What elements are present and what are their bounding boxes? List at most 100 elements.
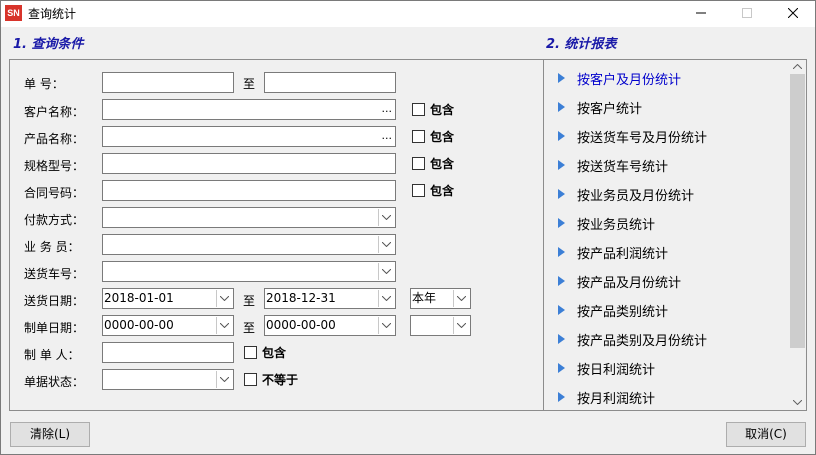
create-date-from-dropdown[interactable] bbox=[216, 317, 232, 334]
report-item-label: 按产品利润统计 bbox=[577, 247, 669, 262]
chevron-down-icon bbox=[382, 323, 391, 328]
contract-input[interactable] bbox=[102, 180, 396, 201]
delivery-date-label: 送货日期： bbox=[24, 294, 85, 308]
create-date-from-value: 0000-00-00 bbox=[104, 318, 174, 332]
truck-label: 送货车号： bbox=[24, 267, 85, 281]
payment-dropdown-button[interactable] bbox=[378, 209, 394, 226]
product-browse-button[interactable]: ... bbox=[382, 127, 393, 144]
chevron-down-icon bbox=[220, 296, 229, 301]
report-item-label: 按业务员统计 bbox=[577, 218, 656, 233]
close-icon bbox=[788, 8, 798, 18]
customer-contains-checkbox[interactable] bbox=[412, 103, 425, 116]
close-button[interactable] bbox=[770, 0, 816, 27]
create-date-from-picker[interactable]: 0000-00-00 bbox=[102, 315, 234, 336]
status-dropdown-button[interactable] bbox=[216, 371, 232, 388]
product-label: 产品名称： bbox=[24, 132, 85, 146]
query-form-panel: 单 号： 至 客户名称： ... 包含 产品名称： ... 包含 规格型号： 包… bbox=[9, 59, 544, 411]
report-item-label: 按送货车号及月份统计 bbox=[577, 131, 708, 146]
delivery-date-to-dropdown[interactable] bbox=[378, 290, 394, 307]
report-item[interactable]: 按业务员统计 bbox=[544, 208, 790, 237]
create-date-to-dropdown[interactable] bbox=[378, 317, 394, 334]
create-date-to-value: 0000-00-00 bbox=[266, 318, 336, 332]
creator-contains-label: 包含 bbox=[262, 346, 287, 360]
report-item[interactable]: 按送货车号及月份统计 bbox=[544, 121, 790, 150]
status-select[interactable] bbox=[102, 369, 234, 390]
scroll-thumb[interactable] bbox=[790, 74, 805, 348]
report-item-label: 按产品类别及月份统计 bbox=[577, 334, 708, 349]
status-not-equal-checkbox[interactable] bbox=[244, 373, 257, 386]
create-period-dropdown[interactable] bbox=[453, 317, 469, 334]
order-no-from-input[interactable] bbox=[102, 72, 234, 93]
creator-input[interactable] bbox=[102, 342, 234, 363]
triangle-right-icon bbox=[558, 334, 565, 344]
report-item[interactable]: 按送货车号统计 bbox=[544, 150, 790, 179]
clear-button[interactable]: 清除(L) bbox=[10, 422, 90, 447]
status-not-equal-label: 不等于 bbox=[262, 373, 299, 387]
chevron-down-icon bbox=[382, 296, 391, 301]
creator-contains-checkbox[interactable] bbox=[244, 346, 257, 359]
salesman-dropdown-button[interactable] bbox=[378, 236, 394, 253]
order-no-to-input[interactable] bbox=[264, 72, 396, 93]
scroll-up-button[interactable] bbox=[789, 60, 806, 74]
delivery-date-from-dropdown[interactable] bbox=[216, 290, 232, 307]
customer-input[interactable]: ... bbox=[102, 99, 396, 120]
create-date-to-picker[interactable]: 0000-00-00 bbox=[264, 315, 396, 336]
customer-browse-button[interactable]: ... bbox=[382, 100, 393, 117]
report-item-label: 按产品类别统计 bbox=[577, 305, 669, 320]
report-item-label: 按客户及月份统计 bbox=[577, 73, 682, 88]
status-label: 单据状态： bbox=[24, 375, 85, 389]
chevron-down-icon bbox=[382, 269, 391, 274]
chevron-up-icon bbox=[793, 64, 802, 69]
report-item[interactable]: 按业务员及月份统计 bbox=[544, 179, 790, 208]
triangle-right-icon bbox=[558, 189, 565, 199]
create-date-to-label: 至 bbox=[243, 321, 256, 335]
report-item-label: 按月利润统计 bbox=[577, 392, 656, 407]
report-item-label: 按业务员及月份统计 bbox=[577, 189, 695, 204]
payment-label: 付款方式： bbox=[24, 213, 85, 227]
scroll-down-button[interactable] bbox=[789, 396, 806, 410]
report-item[interactable]: 按日利润统计 bbox=[544, 353, 790, 382]
chevron-down-icon bbox=[220, 377, 229, 382]
contract-contains-checkbox[interactable] bbox=[412, 184, 425, 197]
app-logo-icon: SN bbox=[5, 5, 22, 21]
spec-contains-checkbox[interactable] bbox=[412, 157, 425, 170]
triangle-right-icon bbox=[558, 392, 565, 402]
report-item-label: 按客户统计 bbox=[577, 102, 643, 117]
chevron-down-icon bbox=[220, 323, 229, 328]
report-item[interactable]: 按产品类别统计 bbox=[544, 295, 790, 324]
delivery-date-to-label: 至 bbox=[243, 294, 256, 308]
order-no-label: 单 号： bbox=[24, 77, 64, 91]
truck-dropdown-button[interactable] bbox=[378, 263, 394, 280]
creator-label: 制 单 人： bbox=[24, 348, 80, 362]
product-contains-checkbox[interactable] bbox=[412, 130, 425, 143]
chevron-down-icon bbox=[382, 215, 391, 220]
report-item[interactable]: 按产品利润统计 bbox=[544, 237, 790, 266]
salesman-select[interactable] bbox=[102, 234, 396, 255]
report-item[interactable]: 按客户及月份统计 bbox=[544, 63, 790, 92]
product-input[interactable]: ... bbox=[102, 126, 396, 147]
report-item[interactable]: 按月利润统计 bbox=[544, 382, 790, 411]
delivery-period-dropdown[interactable] bbox=[453, 290, 469, 307]
truck-select[interactable] bbox=[102, 261, 396, 282]
report-item[interactable]: 按产品类别及月份统计 bbox=[544, 324, 790, 353]
delivery-date-from-picker[interactable]: 2018-01-01 bbox=[102, 288, 234, 309]
spec-input[interactable] bbox=[102, 153, 396, 174]
report-item[interactable]: 按产品及月份统计 bbox=[544, 266, 790, 295]
report-item[interactable]: 按客户统计 bbox=[544, 92, 790, 121]
cancel-button[interactable]: 取消(C) bbox=[726, 422, 806, 447]
report-section-title: 2. 统计报表 bbox=[546, 37, 617, 52]
window-title: 查询统计 bbox=[28, 7, 77, 21]
chevron-down-icon bbox=[382, 242, 391, 247]
report-item-label: 按日利润统计 bbox=[577, 363, 656, 378]
chevron-down-icon bbox=[457, 296, 466, 301]
payment-select[interactable] bbox=[102, 207, 396, 228]
report-list-panel[interactable]: 按客户及月份统计 按客户统计 按送货车号及月份统计 按送货车号统计 按业务员及月份统计按… bbox=[543, 59, 807, 411]
delivery-date-to-picker[interactable]: 2018-12-31 bbox=[264, 288, 396, 309]
delivery-period-select[interactable]: 本年 bbox=[410, 288, 471, 309]
report-list-scrollbar[interactable] bbox=[789, 60, 806, 410]
maximize-button[interactable] bbox=[724, 0, 770, 27]
minimize-button[interactable] bbox=[678, 0, 724, 27]
delivery-period-value: 本年 bbox=[412, 291, 437, 305]
create-period-select[interactable] bbox=[410, 315, 471, 336]
triangle-right-icon bbox=[558, 305, 565, 315]
